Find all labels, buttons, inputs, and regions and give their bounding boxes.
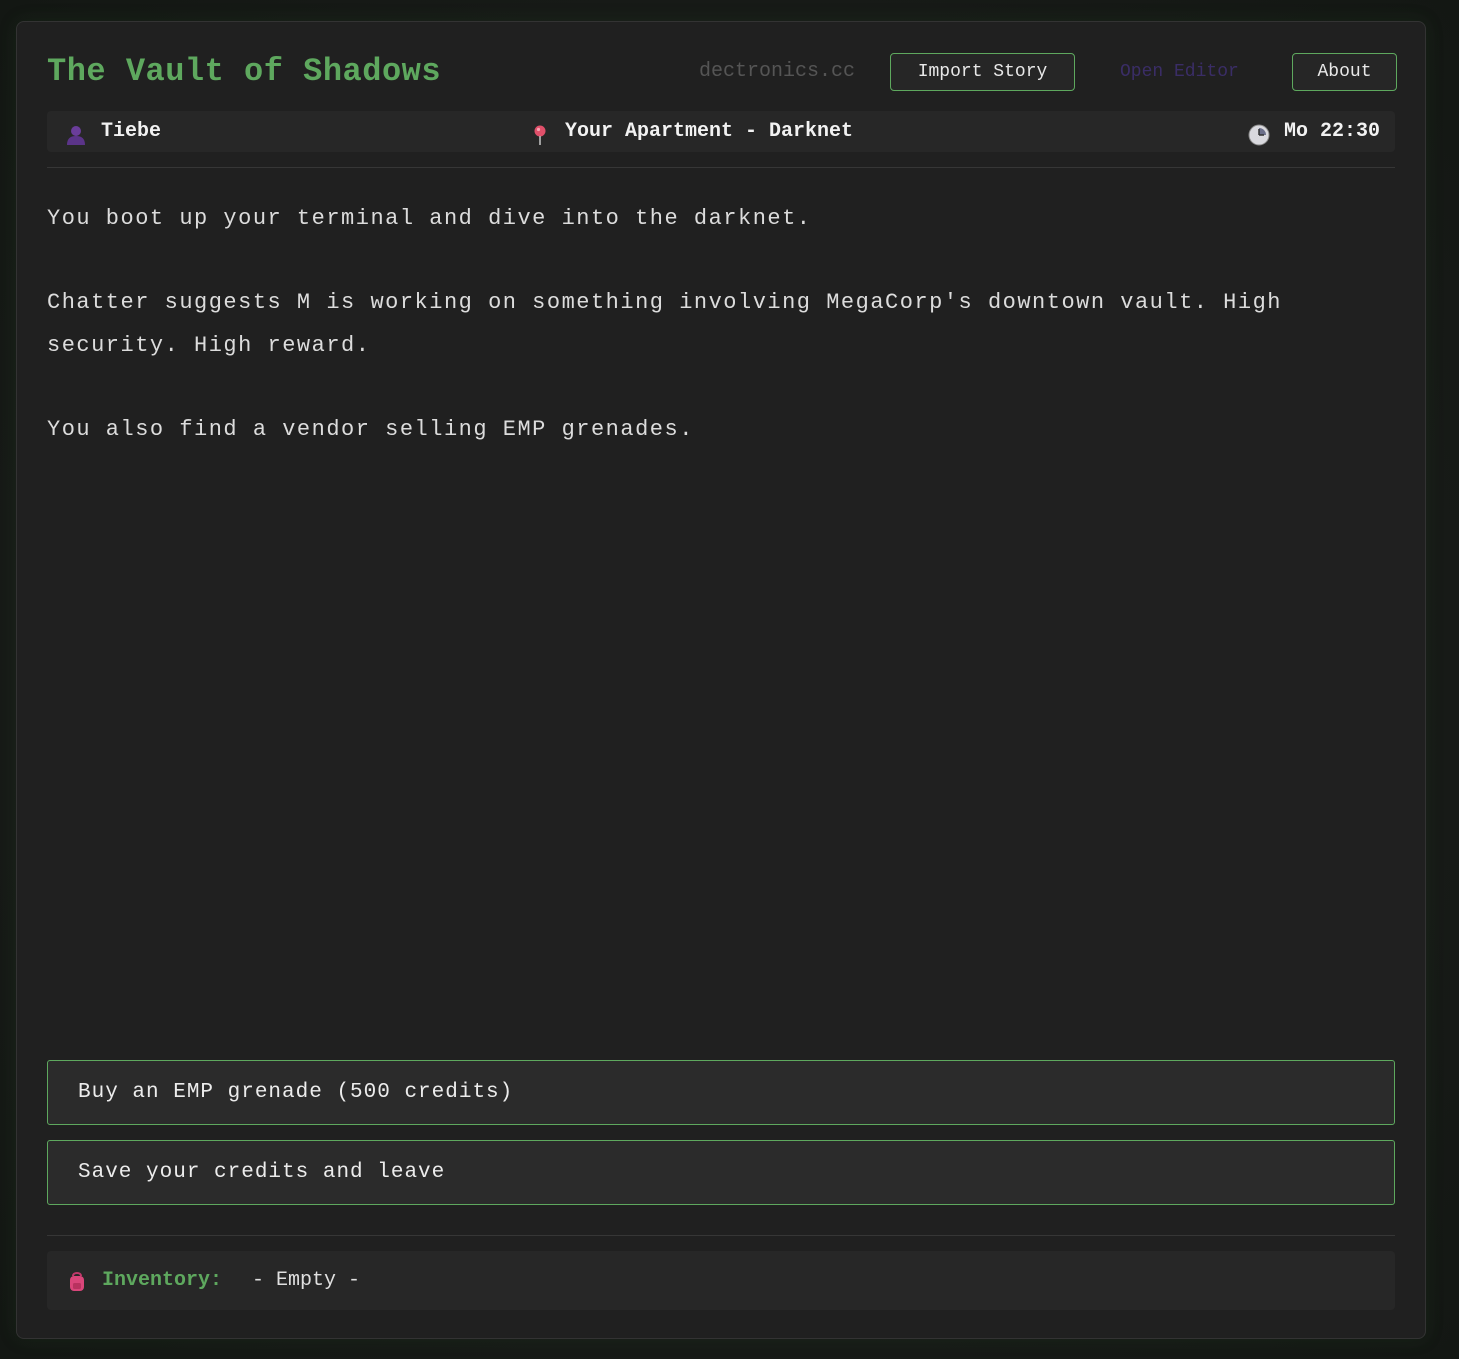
story-paragraph: Chatter suggests M is working on somethi… (47, 290, 1282, 358)
header: The Vault of Shadows dectronics.cc Impor… (47, 52, 1397, 96)
backpack-icon (66, 1270, 88, 1292)
game-window: The Vault of Shadows dectronics.cc Impor… (16, 21, 1426, 1339)
status-bar: Tiebe Your Apartment - Darknet Mo 22:30 (47, 111, 1395, 152)
divider (47, 1235, 1395, 1236)
story-text: You boot up your terminal and dive into … (47, 197, 1395, 492)
pin-icon (529, 121, 551, 145)
clock-icon (1248, 121, 1270, 145)
site-name: dectronics.cc (699, 60, 856, 83)
story-paragraph: You also find a vendor selling EMP grena… (47, 417, 694, 442)
inventory-bar: Inventory: - Empty - (47, 1251, 1395, 1310)
import-story-button[interactable]: Import Story (890, 53, 1075, 91)
choice-save-credits[interactable]: Save your credits and leave (47, 1140, 1395, 1205)
person-icon (65, 121, 87, 145)
location-info: Your Apartment - Darknet (529, 111, 853, 152)
divider (47, 167, 1395, 168)
time-info: Mo 22:30 (1248, 111, 1380, 152)
player-info: Tiebe (65, 111, 161, 152)
open-editor-link[interactable]: Open Editor (1120, 60, 1239, 84)
about-button[interactable]: About (1292, 53, 1397, 91)
story-title: The Vault of Shadows (47, 53, 442, 90)
player-name: Tiebe (101, 120, 162, 143)
inventory-value: - Empty - (252, 1269, 361, 1292)
inventory-label: Inventory: (102, 1269, 223, 1292)
choice-buy-emp-grenade[interactable]: Buy an EMP grenade (500 credits) (47, 1060, 1395, 1125)
game-time: Mo 22:30 (1283, 120, 1380, 143)
location-name: Your Apartment - Darknet (565, 120, 854, 143)
story-paragraph: You boot up your terminal and dive into … (47, 206, 812, 231)
